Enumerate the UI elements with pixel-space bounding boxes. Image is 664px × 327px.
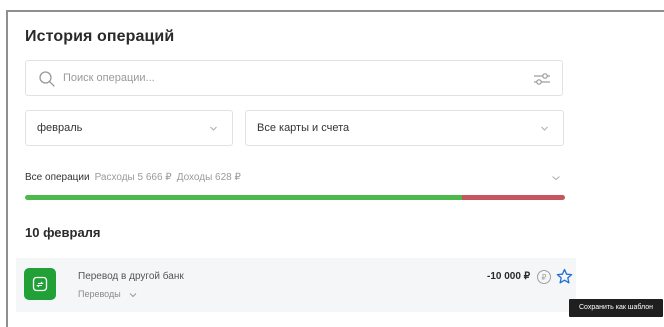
all-operations-label[interactable]: Все операции (25, 172, 90, 183)
operation-amount: -10 000 ₽ (487, 271, 531, 282)
search-field[interactable]: Поиск операции... (25, 60, 563, 96)
operations-summary[interactable]: Все операции Расходы 5 666 ₽ Доходы 628 ₽ (25, 172, 241, 183)
search-icon (39, 71, 55, 87)
income-total[interactable]: Доходы 628 ₽ (177, 172, 241, 183)
window-top-border (0, 0, 664, 12)
chevron-down-icon[interactable] (129, 292, 137, 298)
page-title: История операций (25, 28, 175, 45)
filter-sliders-icon[interactable] (532, 70, 552, 88)
search-input[interactable]: Поиск операции... (63, 72, 155, 84)
chevron-down-icon (541, 126, 548, 131)
operations-history-panel: История операций Поиск операции... февра… (8, 12, 664, 327)
accounts-select[interactable]: Все карты и счета (245, 110, 564, 146)
save-as-template-tooltip: Сохранить как шаблон (569, 299, 663, 317)
chevron-down-icon[interactable] (551, 174, 561, 182)
ruble-refund-icon[interactable]: ₽ (536, 269, 552, 285)
period-select-value: февраль (37, 122, 83, 134)
day-group-date: 10 февраля (25, 225, 101, 240)
income-bar-segment (25, 195, 463, 200)
svg-text:₽: ₽ (542, 273, 547, 282)
operation-name: Перевод в другой банк (78, 271, 184, 282)
window-left-border (0, 10, 8, 327)
accounts-select-value: Все карты и счета (257, 122, 350, 134)
expense-bar-segment (462, 195, 565, 200)
income-expense-bar (25, 195, 565, 200)
star-icon[interactable] (556, 268, 573, 285)
expenses-total[interactable]: Расходы 5 666 ₽ (95, 172, 172, 183)
chevron-down-icon (210, 126, 217, 131)
operation-row[interactable]: Перевод в другой банк Переводы -10 000 ₽… (16, 258, 576, 312)
operation-category[interactable]: Переводы (78, 289, 121, 299)
transfer-icon (24, 268, 56, 300)
period-select[interactable]: февраль (25, 110, 233, 146)
